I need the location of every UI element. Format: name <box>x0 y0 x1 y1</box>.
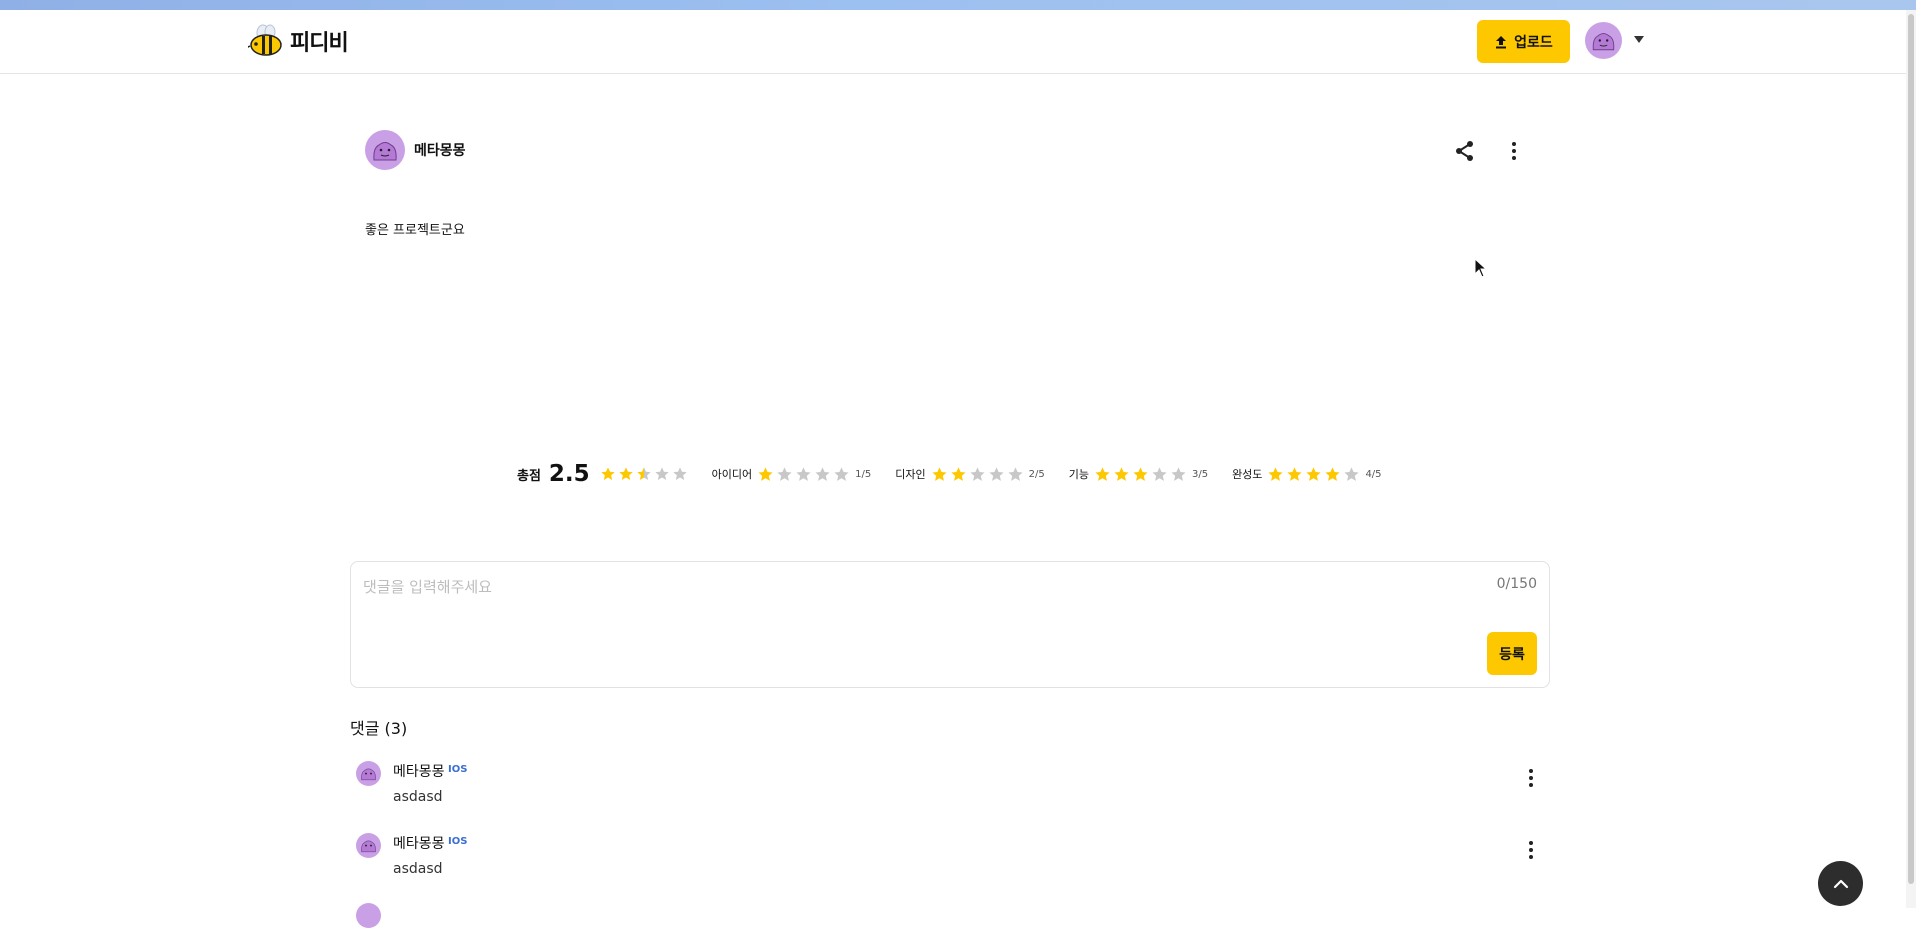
star-icon <box>655 467 669 481</box>
star-icon <box>1306 466 1322 481</box>
star-icon <box>673 467 687 481</box>
star-icon <box>619 467 633 481</box>
total-label: 총점 <box>517 468 541 484</box>
rating-label: 기능 <box>1068 468 1089 481</box>
rating-stars <box>1094 466 1187 483</box>
scrollbar-thumb[interactable] <box>1908 14 1914 884</box>
star-icon <box>970 466 985 481</box>
upload-icon <box>1496 35 1507 48</box>
review-author: 메타몽몽 <box>365 130 466 170</box>
platform-badge: IOS <box>448 764 468 775</box>
logo[interactable]: 피디비 <box>248 24 349 58</box>
comments-title: 댓글 (3) <box>350 719 408 738</box>
char-counter: 0/150 <box>1496 576 1537 592</box>
star-icon <box>601 467 615 481</box>
star-icon <box>758 466 773 481</box>
rating-stars <box>931 466 1024 483</box>
rating-design: 디자인 2/5 <box>895 466 1045 483</box>
commenter-name[interactable]: 메타몽몽 <box>393 833 445 853</box>
logo-text: 피디비 <box>290 31 349 56</box>
rating-score: 2/5 <box>1028 468 1045 480</box>
star-icon <box>1171 466 1186 481</box>
rating-function: 기능 3/5 <box>1069 466 1208 483</box>
star-icon <box>989 466 1004 481</box>
mouse-cursor-icon <box>1474 258 1488 278</box>
rating-stars <box>757 466 850 483</box>
comment-text: asdasd <box>393 789 443 805</box>
rating-completeness: 완성도 4/5 <box>1232 466 1382 483</box>
star-icon <box>1287 466 1303 481</box>
star-icon <box>1268 466 1284 481</box>
user-avatar[interactable] <box>1585 22 1622 59</box>
author-name[interactable]: 메타몽몽 <box>414 140 466 160</box>
total-score: 2.5 <box>548 461 590 487</box>
star-icon <box>1152 466 1167 481</box>
platform-badge: IOS <box>448 836 468 847</box>
star-icon <box>951 466 966 481</box>
browser-top-strip <box>0 0 1916 10</box>
scroll-to-top-button[interactable] <box>1818 861 1863 906</box>
star-icon <box>1114 466 1129 481</box>
bee-logo-icon <box>248 24 282 56</box>
star-icon <box>834 466 849 481</box>
commenter-avatar[interactable] <box>356 833 381 858</box>
comment-input[interactable] <box>363 572 1363 602</box>
rating-score: 4/5 <box>1365 468 1382 480</box>
commenter-avatar[interactable] <box>356 903 381 928</box>
rating-score: 3/5 <box>1191 468 1209 480</box>
star-icon <box>1325 466 1341 481</box>
header: 피디비 업로드 <box>0 10 1906 74</box>
star-icon <box>796 466 811 481</box>
more-vertical-icon[interactable] <box>1502 139 1526 163</box>
upload-button[interactable]: 업로드 <box>1477 20 1570 63</box>
rating-label: 디자인 <box>895 468 926 481</box>
commenter-avatar[interactable] <box>356 761 381 786</box>
commenter-name[interactable]: 메타몽몽 <box>393 761 445 781</box>
rating-stars <box>1267 466 1360 483</box>
star-icon <box>637 467 651 481</box>
star-icon <box>1008 466 1023 481</box>
rating-label: 아이디어 <box>711 468 753 481</box>
rating-score: 1/5 <box>855 468 872 480</box>
star-icon <box>1095 466 1110 481</box>
chevron-up-icon <box>1833 879 1848 888</box>
star-icon <box>932 466 947 481</box>
author-avatar[interactable] <box>365 130 405 170</box>
star-icon <box>1133 466 1148 481</box>
more-vertical-icon[interactable] <box>1519 838 1543 862</box>
comment-item: 메타몽몽 IOS asdasd <box>356 761 1551 821</box>
star-icon <box>1344 466 1360 481</box>
comment-form: 0/150 등록 <box>350 561 1550 688</box>
submit-comment-button[interactable]: 등록 <box>1487 632 1537 675</box>
more-vertical-icon[interactable] <box>1519 766 1543 790</box>
star-icon <box>777 466 792 481</box>
comment-text: asdasd <box>393 861 443 877</box>
star-icon <box>815 466 830 481</box>
review-text: 좋은 프로젝트군요 <box>365 223 465 238</box>
total-stars <box>600 466 688 482</box>
comment-item: 메타몽몽 IOS asdasd <box>356 833 1551 893</box>
rating-idea: 아이디어 1/5 <box>711 466 872 483</box>
caret-down-icon[interactable] <box>1634 36 1644 43</box>
upload-label: 업로드 <box>1514 34 1553 51</box>
ratings-row: 총점 2.5 아이디어 1/5 디자인 2/5 기능 3/5 완성도 4/5 <box>517 460 1382 488</box>
share-icon[interactable] <box>1453 139 1477 163</box>
rating-label: 완성도 <box>1232 468 1263 481</box>
